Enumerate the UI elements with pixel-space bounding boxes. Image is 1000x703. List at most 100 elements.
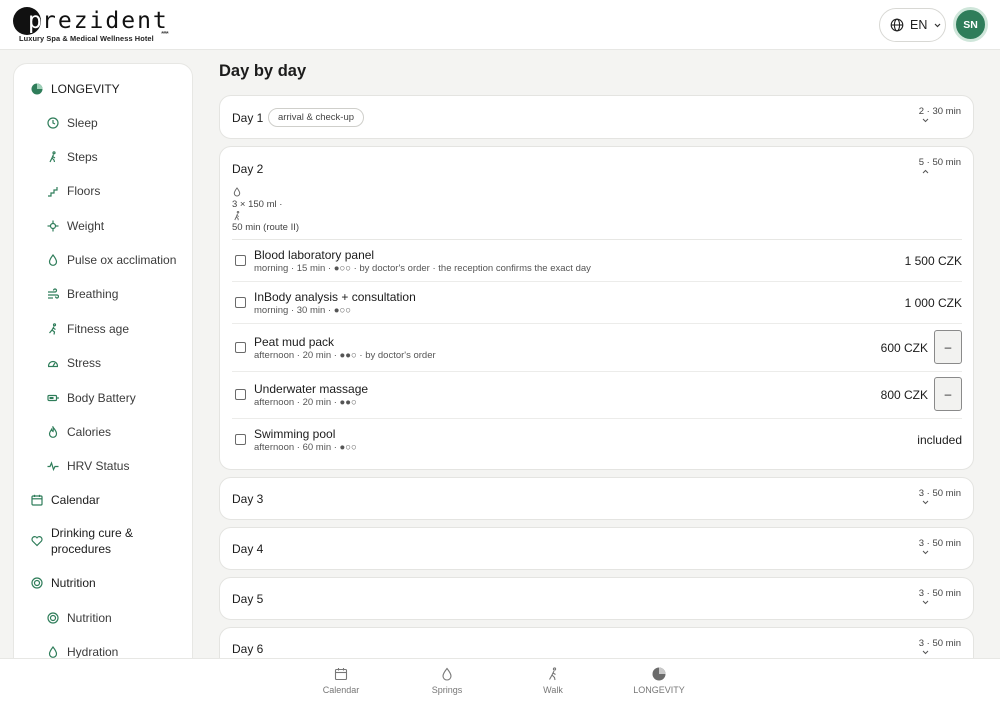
procedure-meta: morning · 15 min · ●○○ · by doctor's ord… [254,263,591,274]
day-card-2: Day 2 5 · 50 min 3 × 150 ml · 50 min (ro… [219,146,974,470]
procedure-name: InBody analysis + consultation [254,290,416,304]
calendar-icon [30,493,44,507]
flame-icon [46,425,60,439]
day-card-4[interactable]: Day 4 3 · 50 min [219,527,974,570]
sidebar-label: Drinking cure & procedures [51,526,134,556]
wind-icon [46,287,60,301]
procedure-row: Blood laboratory panel morning · 15 min … [232,248,962,278]
sidebar-label: HRV Status [67,459,130,473]
sidebar-label: Hydration [67,645,119,659]
sidebar-item-nutrition-sub[interactable]: Nutrition [14,610,192,626]
sidebar-label: Body Battery [67,391,136,405]
target-icon [30,576,44,590]
sidebar-label: Pulse ox acclimation [67,253,177,267]
day-card-5[interactable]: Day 5 3 · 50 min [219,577,974,620]
sidebar-item-sleep[interactable]: Sleep [14,115,192,131]
sidebar-item-weight[interactable]: Weight [14,218,192,234]
walker-icon [546,667,560,681]
chevron-up-icon[interactable] [922,169,929,174]
divider [232,371,962,372]
procedure-checkbox[interactable] [235,389,246,400]
sidebar-item-drinking-cure[interactable]: Drinking cure & procedures [14,524,192,558]
procedure-row: Underwater massage afternoon · 20 min · … [232,377,962,413]
remove-procedure-button[interactable]: – [934,330,962,364]
drop-icon [46,253,60,267]
sidebar-item-fitness-age[interactable]: Fitness age [14,321,192,337]
divider [232,281,962,282]
procedure-name: Peat mud pack [254,335,335,349]
day-meta: 2 · 30 min [918,106,961,117]
procedure-row: Peat mud pack afternoon · 20 min · ●●○ ·… [232,330,962,366]
sidebar-item-longevity[interactable]: LONGEVITY [14,81,192,97]
user-avatar[interactable]: SN [953,7,988,42]
pulse-icon [46,459,60,473]
longevity-icon [652,667,666,681]
language-label: EN [910,18,928,32]
drop-icon [233,187,241,197]
sidebar-item-pulse-ox[interactable]: Pulse ox acclimation [14,252,192,268]
bottom-nav-label: Walk [543,685,563,695]
chevron-down-icon[interactable] [922,118,929,123]
day-name[interactable]: Day 2 [232,162,263,176]
globe-icon [890,18,904,32]
day-meta: 3 · 50 min [918,488,961,499]
day-meta: 3 · 50 min [918,588,961,599]
procedure-checkbox[interactable] [235,342,246,353]
sidebar-item-body-battery[interactable]: Body Battery [14,390,192,406]
clock-icon [46,116,60,130]
day-name: Day 6 [232,642,264,656]
sidebar-label: Weight [67,219,105,233]
procedure-name: Underwater massage [254,382,369,396]
sidebar-item-nutrition[interactable]: Nutrition [14,575,192,591]
bottom-nav-longevity[interactable]: LONGEVITY [619,667,699,695]
sidebar-item-calories[interactable]: Calories [14,424,192,440]
procedure-row: InBody analysis + consultation morning ·… [232,290,962,320]
chevron-down-icon[interactable] [922,600,929,605]
sidebar-label: Sleep [67,116,98,130]
sidebar-item-hrv-status[interactable]: HRV Status [14,458,192,474]
sidebar-item-stress[interactable]: Stress [14,355,192,371]
sidebar-label: Steps [67,150,98,164]
brand-logo[interactable]: p rezident Luxury Spa & Medical Wellness… [13,7,183,45]
sidebar-item-steps[interactable]: Steps [14,149,192,165]
target-icon [46,611,60,625]
logo-stars: **** [161,31,169,38]
heart-icon [30,534,44,548]
chevron-down-icon[interactable] [922,500,929,505]
sidebar-label: Floors [67,184,101,198]
divider [232,239,962,240]
procedure-meta: morning · 30 min · ●○○ [254,305,351,316]
procedure-name: Swimming pool [254,427,336,441]
battery-icon [46,391,60,405]
chevron-down-icon[interactable] [922,650,929,655]
sidebar-item-breathing[interactable]: Breathing [14,286,192,302]
procedure-price: 800 CZK [880,388,928,402]
day-card-3[interactable]: Day 3 3 · 50 min [219,477,974,520]
bottom-nav-walk[interactable]: Walk [513,667,593,695]
day-card-1[interactable]: Day 1 arrival & check-up 2 · 30 min [219,95,974,139]
sidebar-label: LONGEVITY [51,82,120,96]
bottom-nav-label: Calendar [322,685,360,695]
procedure-checkbox[interactable] [235,434,246,445]
bottom-nav-springs[interactable]: Springs [407,667,487,695]
procedure-price: 1 000 CZK [904,296,962,310]
day-meta: 3 · 50 min [918,538,961,549]
weight-icon [46,219,60,233]
stairs-icon [46,184,60,198]
bottom-nav-calendar[interactable]: Calendar [301,667,381,695]
sidebar-label: Breathing [67,287,119,301]
language-selector[interactable]: EN [879,8,946,42]
chevron-down-icon[interactable] [922,550,929,555]
walk-route: 50 min (route II) [232,222,300,233]
bottom-nav: Calendar Springs Walk LONGEVITY [0,658,1000,703]
day-meta: 3 · 50 min [918,638,961,649]
remove-procedure-button[interactable]: – [934,377,962,411]
procedure-checkbox[interactable] [235,297,246,308]
sidebar-item-floors[interactable]: Floors [14,183,192,199]
logo-tagline: Luxury Spa & Medical Wellness Hotel [19,34,154,43]
sidebar-item-calendar[interactable]: Calendar [14,492,192,508]
sidebar-label: Calendar [51,493,100,507]
procedure-checkbox[interactable] [235,255,246,266]
sidebar: LONGEVITY Sleep Steps Floors Weight Puls… [13,63,193,673]
divider [232,418,962,419]
